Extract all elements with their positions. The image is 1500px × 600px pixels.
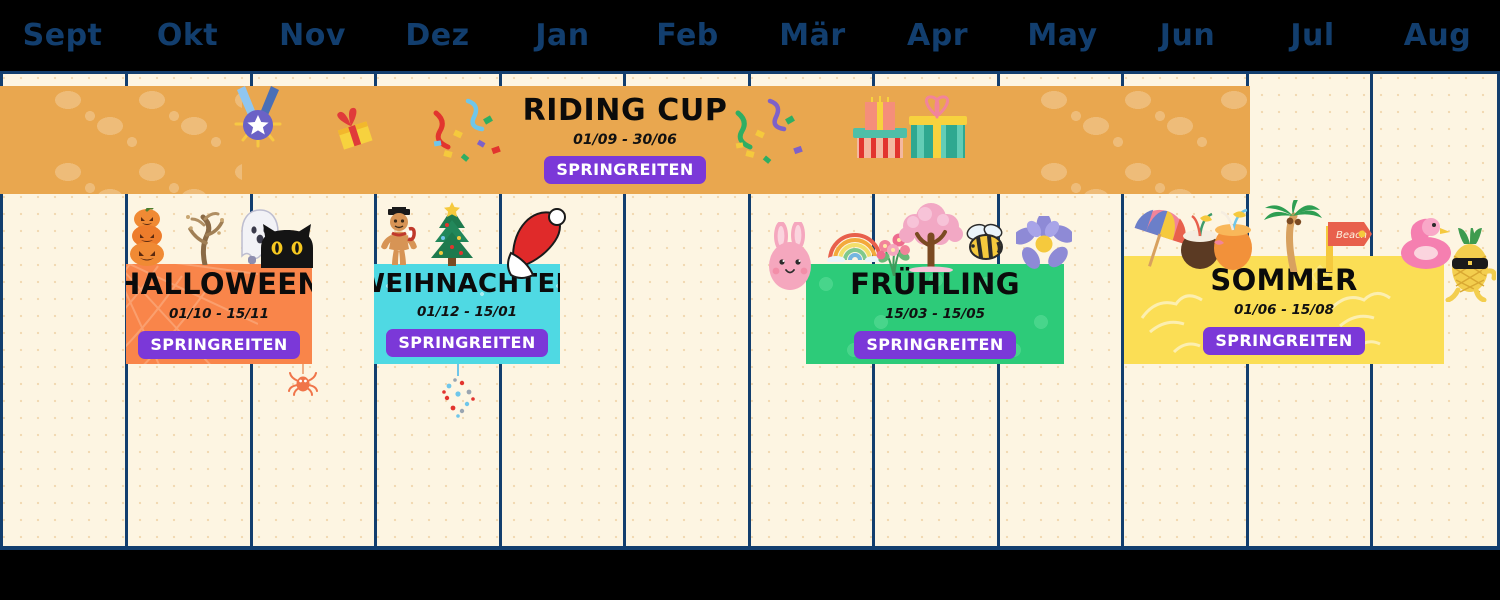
- month-label-dez: Dez: [405, 18, 470, 53]
- banner-dates: 01/09 - 30/06: [573, 132, 677, 148]
- confetti-icon: [735, 98, 803, 164]
- bunny-icon: [769, 222, 811, 290]
- christmas-tree-icon: [431, 202, 473, 266]
- tropical-drinks-icon: [1181, 208, 1252, 270]
- month-label-feb: Feb: [656, 18, 719, 53]
- month-label-okt: Okt: [156, 18, 219, 53]
- cherry-blossom-tree-icon: [899, 203, 963, 272]
- bee-icon: [966, 223, 1003, 260]
- month-label-apr: Apr: [907, 18, 968, 53]
- black-cat-icon: [261, 224, 313, 268]
- event-title: HALLOWEEN: [126, 266, 312, 301]
- confetti-icon: [433, 98, 501, 162]
- event-dates: 01/10 - 15/11: [168, 305, 269, 322]
- event-card-sommer[interactable]: SOMMER 01/06 - 15/08 SPRINGREITEN: [1124, 256, 1444, 364]
- month-label-jan: Jan: [535, 18, 590, 53]
- beach-signpost-icon: Beach: [1326, 222, 1372, 272]
- event-card-halloween[interactable]: HALLOWEEN 01/10 - 15/11 SPRINGREITEN: [126, 264, 312, 364]
- month-label-jul: Jul: [1290, 18, 1335, 53]
- event-discipline-badge[interactable]: SPRINGREITEN: [386, 329, 548, 357]
- event-discipline-badge[interactable]: SPRINGREITEN: [854, 330, 1016, 359]
- gingerbread-man-icon: [381, 207, 417, 265]
- banner-title: RIDING CUP: [522, 93, 728, 128]
- gift-small-icon: [337, 107, 373, 150]
- event-card-weihnachten[interactable]: WEIHNACHTEN 01/12 - 15/01 SPRINGREITEN: [374, 264, 560, 364]
- month-label-aug: Aug: [1403, 18, 1472, 53]
- pineapple-sunglasses-icon: [1445, 228, 1496, 302]
- event-card-fruehling[interactable]: FRÜHLING 15/03 - 15/05 SPRINGREITEN: [806, 264, 1064, 364]
- event-banner-riding-cup[interactable]: RIDING CUP 01/09 - 30/06 SPRINGREITEN: [0, 86, 1250, 194]
- christmas-bauble-icon: [442, 364, 475, 418]
- month-label-sept: Sept: [22, 18, 103, 53]
- palm-tree-icon: [1264, 200, 1322, 272]
- month-label-nov: Nov: [279, 18, 346, 53]
- event-dates: 01/12 - 15/01: [416, 304, 517, 320]
- spider-icon: [288, 364, 318, 396]
- month-label-maer: Mär: [779, 18, 846, 53]
- season-calendar: Sept Okt Nov Dez Jan Feb Mär Apr May Jun…: [0, 0, 1500, 600]
- event-dates: 15/03 - 15/05: [884, 305, 985, 322]
- month-label-jun: Jun: [1159, 18, 1216, 53]
- month-label-may: May: [1027, 18, 1098, 53]
- month-header-row: Sept Okt Nov Dez Jan Feb Mär Apr May Jun…: [0, 0, 1500, 71]
- gift-stack-icon: [853, 95, 967, 158]
- event-discipline-badge[interactable]: SPRINGREITEN: [138, 330, 300, 359]
- banner-discipline-badge[interactable]: SPRINGREITEN: [544, 156, 706, 184]
- dead-tree-icon: [186, 212, 224, 265]
- santa-hat-icon: [507, 208, 566, 279]
- medal-icon: [234, 86, 282, 148]
- purple-flower-icon: [1016, 216, 1072, 269]
- event-dates: 01/06 - 15/08: [1233, 301, 1334, 318]
- event-discipline-badge[interactable]: SPRINGREITEN: [1203, 326, 1365, 355]
- pumpkin-stack-icon: [130, 208, 164, 266]
